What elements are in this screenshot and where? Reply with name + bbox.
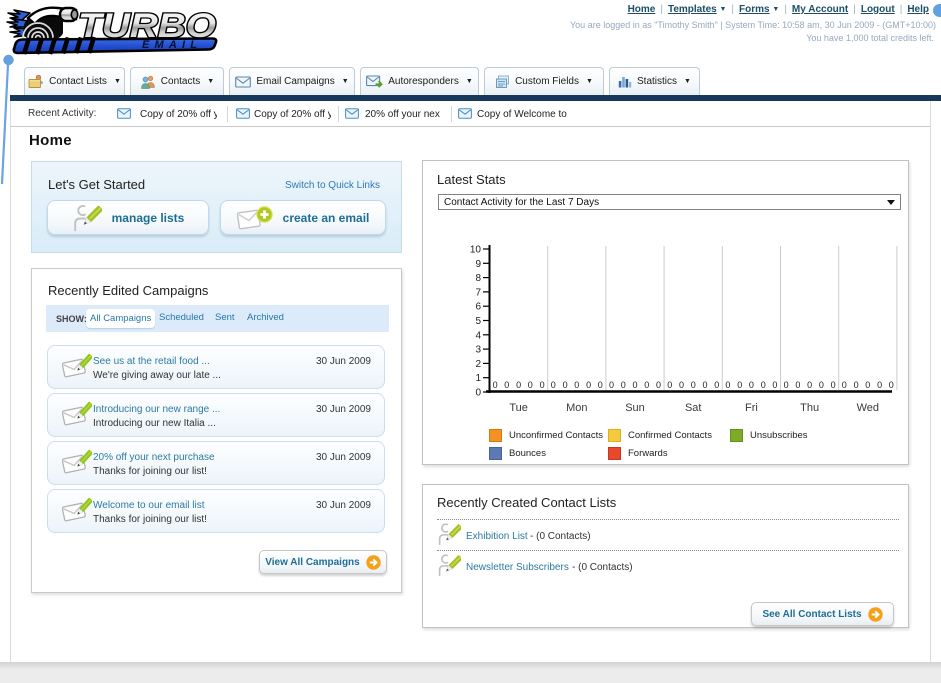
svg-text:0: 0 bbox=[889, 380, 894, 390]
svg-text:10: 10 bbox=[470, 245, 482, 256]
svg-text:0: 0 bbox=[563, 380, 568, 390]
svg-text:0: 0 bbox=[528, 380, 533, 390]
svg-text:0: 0 bbox=[819, 380, 824, 390]
svg-text:0: 0 bbox=[632, 380, 637, 390]
svg-text:0: 0 bbox=[877, 380, 882, 390]
svg-text:0: 0 bbox=[475, 388, 481, 399]
svg-text:Tue: Tue bbox=[509, 402, 528, 414]
svg-text:0: 0 bbox=[807, 380, 812, 390]
svg-text:0: 0 bbox=[702, 380, 707, 390]
svg-text:8: 8 bbox=[475, 273, 481, 284]
svg-text:0: 0 bbox=[551, 380, 556, 390]
svg-text:1: 1 bbox=[475, 373, 481, 384]
svg-text:0: 0 bbox=[737, 380, 742, 390]
svg-text:7: 7 bbox=[475, 287, 481, 298]
svg-text:0: 0 bbox=[493, 380, 498, 390]
svg-text:Fri: Fri bbox=[745, 402, 758, 414]
svg-text:0: 0 bbox=[574, 380, 579, 390]
svg-text:0: 0 bbox=[831, 380, 836, 390]
svg-text:Wed: Wed bbox=[857, 402, 879, 414]
svg-text:Sun: Sun bbox=[625, 402, 645, 414]
svg-text:0: 0 bbox=[516, 380, 521, 390]
svg-text:0: 0 bbox=[761, 380, 766, 390]
svg-text:4: 4 bbox=[475, 330, 481, 341]
svg-text:0: 0 bbox=[644, 380, 649, 390]
svg-text:0: 0 bbox=[679, 380, 684, 390]
svg-text:0: 0 bbox=[504, 380, 509, 390]
svg-text:2: 2 bbox=[475, 359, 481, 370]
svg-text:0: 0 bbox=[772, 380, 777, 390]
svg-text:0: 0 bbox=[714, 380, 719, 390]
svg-text:5: 5 bbox=[475, 316, 481, 327]
svg-text:0: 0 bbox=[656, 380, 661, 390]
svg-text:0: 0 bbox=[784, 380, 789, 390]
svg-text:0: 0 bbox=[725, 380, 730, 390]
svg-text:0: 0 bbox=[865, 380, 870, 390]
svg-text:0: 0 bbox=[854, 380, 859, 390]
svg-text:0: 0 bbox=[586, 380, 591, 390]
svg-text:0: 0 bbox=[621, 380, 626, 390]
svg-text:0: 0 bbox=[667, 380, 672, 390]
svg-text:Mon: Mon bbox=[566, 402, 587, 414]
svg-text:0: 0 bbox=[598, 380, 603, 390]
svg-text:Sat: Sat bbox=[685, 402, 702, 414]
svg-text:0: 0 bbox=[749, 380, 754, 390]
svg-text:0: 0 bbox=[540, 380, 545, 390]
svg-text:0: 0 bbox=[609, 380, 614, 390]
svg-text:3: 3 bbox=[475, 345, 481, 356]
svg-text:0: 0 bbox=[691, 380, 696, 390]
svg-text:6: 6 bbox=[475, 302, 481, 313]
svg-text:EMAIL: EMAIL bbox=[142, 39, 202, 51]
svg-text:9: 9 bbox=[475, 259, 481, 270]
svg-text:Thu: Thu bbox=[800, 402, 819, 414]
svg-text:0: 0 bbox=[842, 380, 847, 390]
svg-text:0: 0 bbox=[795, 380, 800, 390]
